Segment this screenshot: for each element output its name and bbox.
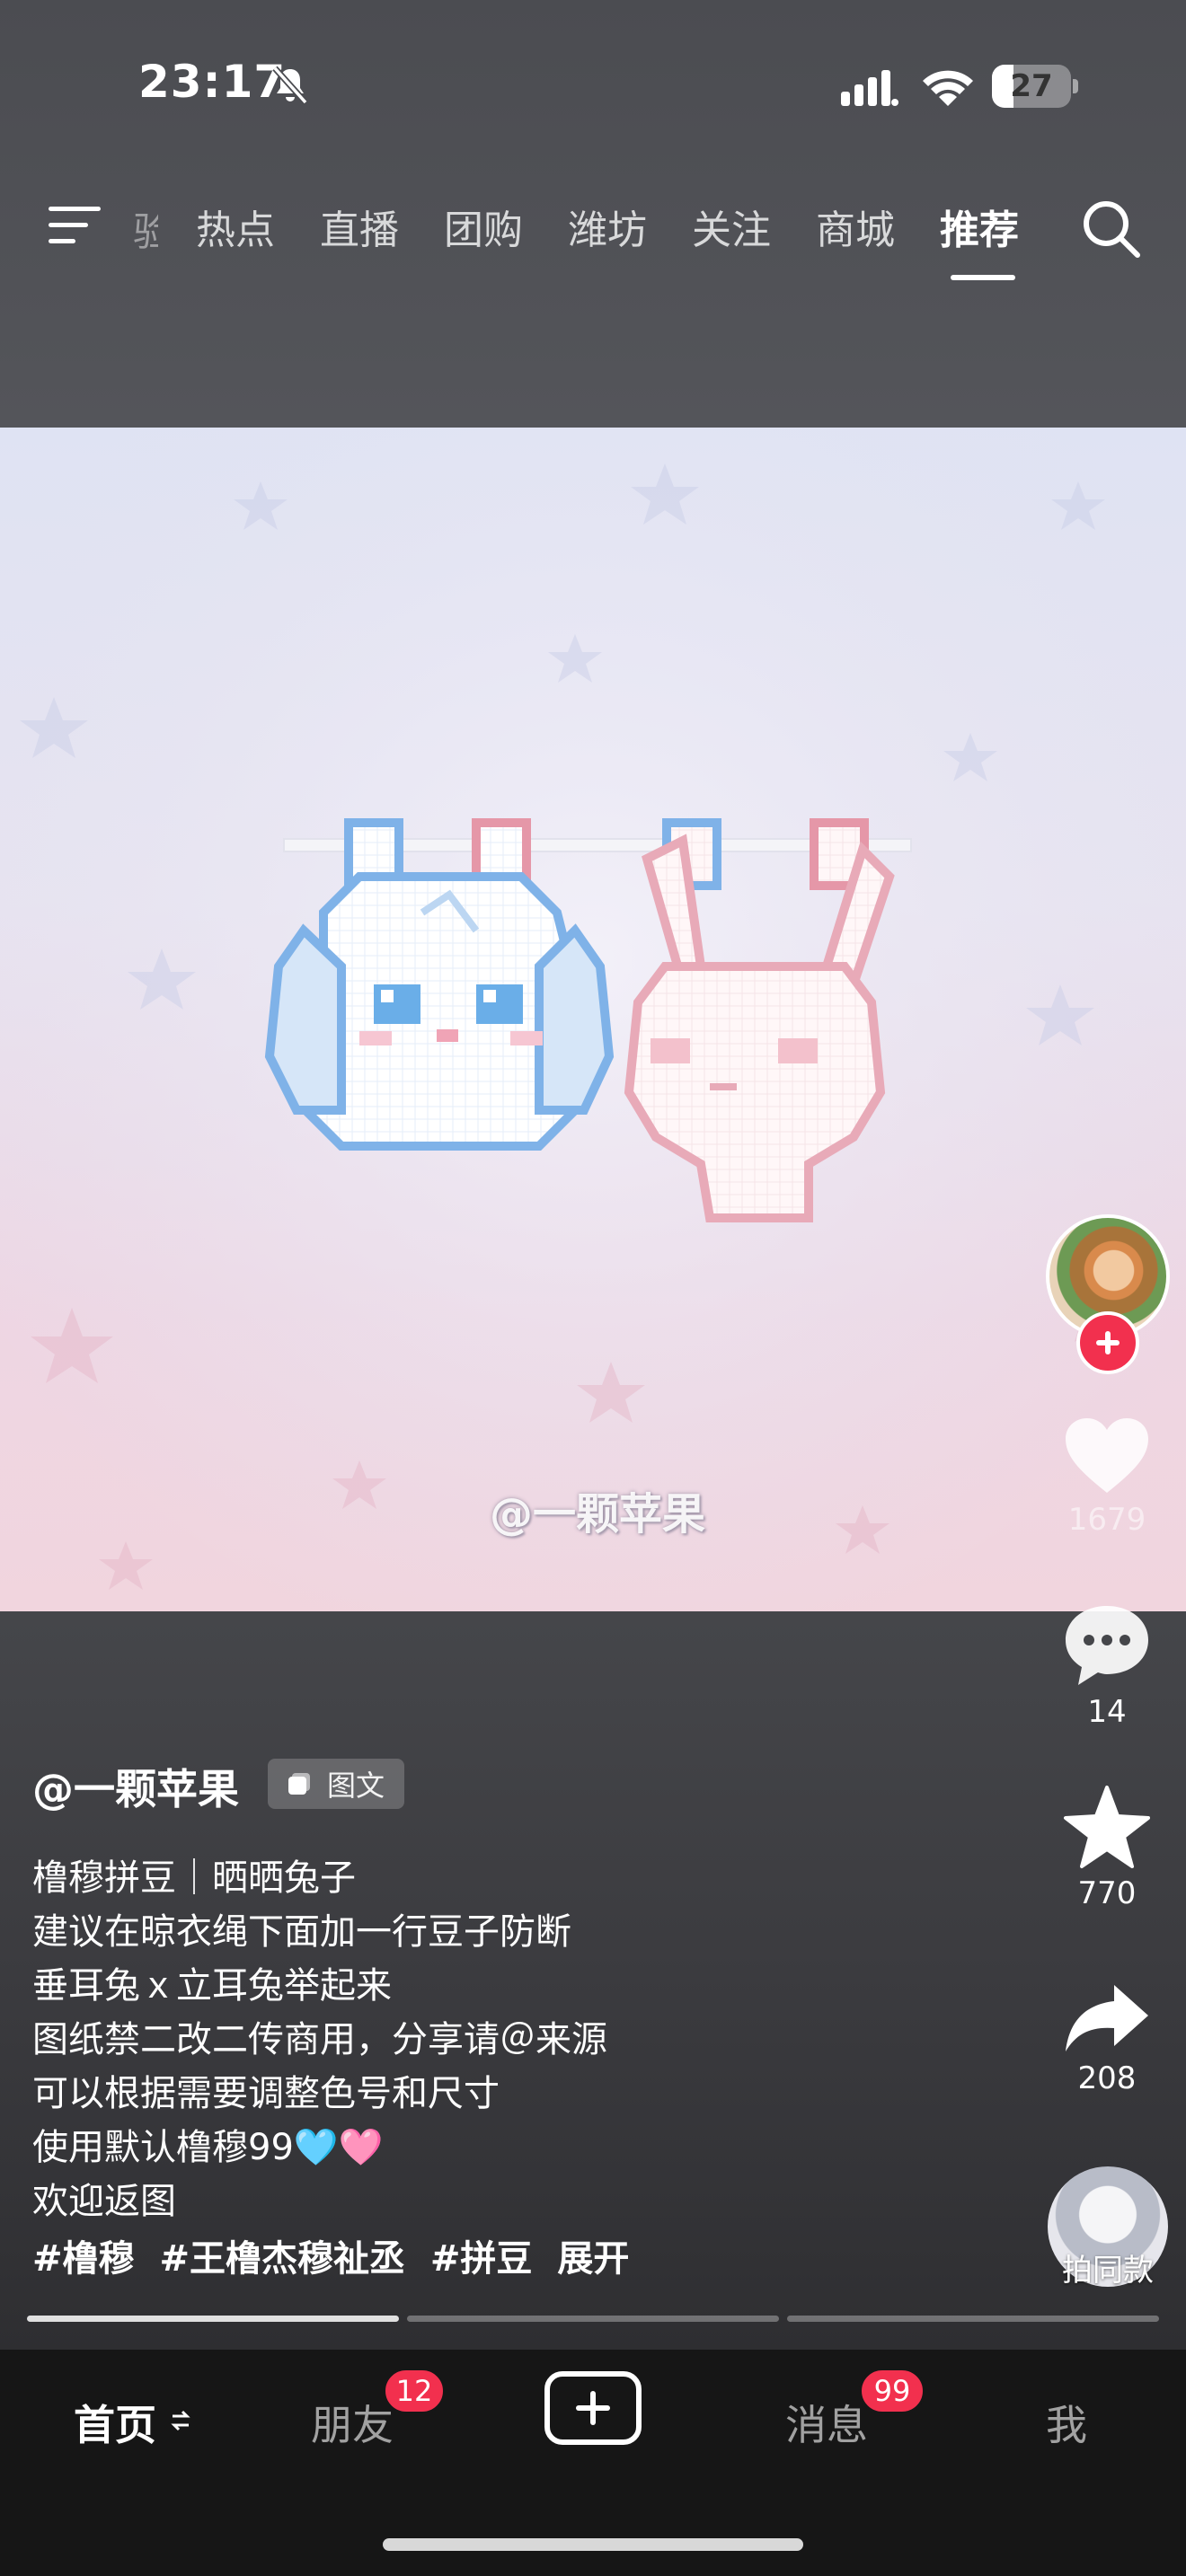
hashtag[interactable]: #拼豆: [430, 2238, 533, 2280]
caption-line: 可以根据需要调整色号和尺寸: [32, 2073, 500, 2114]
like-button[interactable]: 1679: [1057, 1416, 1157, 1538]
caption-line: 垂耳兔ｘ立耳兔举起来: [32, 1965, 392, 2007]
nav-tab-following[interactable]: 关注: [692, 198, 771, 255]
friends-badge: 12: [383, 2368, 446, 2414]
pixel-bunnies-artwork: [0, 428, 1186, 1611]
favorite-count: 770: [1077, 1875, 1137, 1911]
nav-tab-recommend[interactable]: 推荐: [940, 198, 1019, 255]
nav-tab-live[interactable]: 直播: [320, 198, 399, 255]
post-type-label: 图文: [327, 1769, 385, 1803]
like-count: 1679: [1067, 1502, 1146, 1538]
share-icon: [1066, 1985, 1148, 2051]
same-style-label[interactable]: 拍同款: [1048, 2245, 1168, 2289]
search-icon[interactable]: [1078, 196, 1143, 260]
heart-icon: [1066, 1418, 1148, 1493]
nav-tab-hot[interactable]: 热点: [196, 198, 275, 255]
post-type-badge: 图文: [268, 1759, 405, 1809]
author-name[interactable]: @一颗苹果: [32, 1757, 239, 1816]
hashtag-row: #橹穆 #王橹杰穆祉丞 #拼豆 展开: [32, 2229, 642, 2281]
caption-line: 欢迎返图: [32, 2181, 176, 2222]
caption-line: 图纸禁二改二传商用，分享请＠来源: [32, 2019, 607, 2060]
battery-indicator: 27: [992, 65, 1078, 108]
bell-muted-icon: [272, 66, 308, 105]
comment-icon: [1066, 1606, 1148, 1685]
plus-icon: [1096, 1331, 1120, 1354]
comment-button[interactable]: 14: [1057, 1602, 1157, 1730]
nav-tab-partial[interactable]: 验: [133, 199, 158, 257]
post-image[interactable]: @一颗苹果: [0, 428, 1186, 1611]
home-indicator[interactable]: [383, 2538, 803, 2551]
nav-tab-local[interactable]: 潍坊: [568, 198, 647, 255]
expand-link[interactable]: 展开: [557, 2238, 629, 2280]
screen: 23:17 27 验 热点 直播 团购 潍坊 关注 商城 推荐 @一颗苹果 16…: [0, 0, 1186, 2576]
follow-button[interactable]: [1076, 1311, 1139, 1374]
comment-count: 14: [1087, 1694, 1127, 1730]
star-icon: [1064, 1786, 1150, 1868]
post-watermark: @一颗苹果: [490, 1489, 706, 1539]
caption-line: 橹穆拼豆｜晒晒兔子: [32, 1857, 356, 1899]
active-tab-indicator: [951, 275, 1015, 280]
tab-home[interactable]: 首页: [74, 2393, 156, 2452]
create-post-button[interactable]: [544, 2371, 642, 2445]
switch-feed-icon[interactable]: [169, 2407, 192, 2434]
tab-me[interactable]: 我: [1046, 2393, 1087, 2452]
image-text-icon: [288, 1773, 310, 1795]
battery-level: 27: [1010, 68, 1053, 104]
wifi-icon: [923, 70, 973, 106]
share-button[interactable]: 208: [1057, 1980, 1157, 2096]
menu-icon[interactable]: [47, 203, 102, 248]
caption-line: 使用默认橹穆99🩵🩷: [32, 2127, 384, 2168]
hashtag[interactable]: #王橹杰穆祉丞: [159, 2238, 405, 2280]
hashtag[interactable]: #橹穆: [32, 2238, 135, 2280]
status-time: 23:17: [138, 56, 287, 108]
share-count: 208: [1077, 2060, 1137, 2096]
favorite-button[interactable]: 770: [1057, 1784, 1157, 1911]
messages-badge: 99: [859, 2368, 925, 2414]
plus-icon: [576, 2391, 610, 2425]
nav-tab-group-buy[interactable]: 团购: [444, 198, 523, 255]
page-progress-segment: [787, 2316, 1159, 2322]
nav-tab-mall[interactable]: 商城: [816, 198, 895, 255]
page-progress-segment: [407, 2316, 779, 2322]
cellular-signal-icon: [841, 70, 898, 106]
tab-friends[interactable]: 朋友: [311, 2393, 394, 2452]
tab-messages[interactable]: 消息: [785, 2393, 868, 2452]
caption-line: 建议在晾衣绳下面加一行豆子防断: [32, 1911, 571, 1953]
page-progress-segment: [27, 2316, 399, 2322]
